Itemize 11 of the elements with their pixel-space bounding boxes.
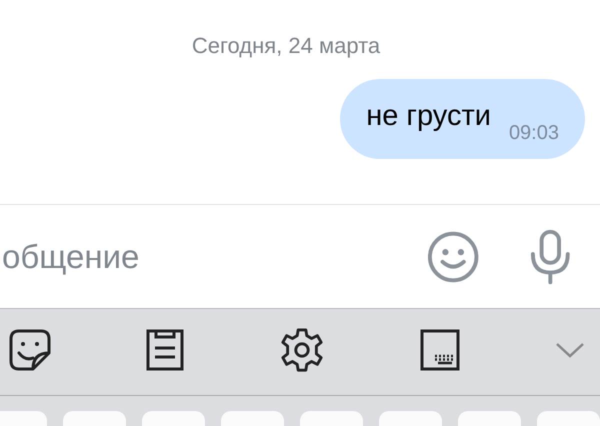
message-time: 09:03 — [508, 122, 559, 144]
message-text: не грусти — [366, 100, 491, 132]
date-separator: Сегодня, 24 марта — [192, 33, 380, 59]
keyboard-layout-icon[interactable] — [420, 328, 460, 370]
clipboard-icon[interactable] — [146, 328, 184, 370]
sticker-icon[interactable] — [9, 328, 51, 370]
settings-icon[interactable] — [279, 326, 325, 372]
emoji-icon[interactable] — [427, 230, 480, 284]
message-input-field[interactable]: общение — [0, 232, 427, 282]
chevron-down-icon[interactable] — [555, 340, 585, 358]
microphone-icon[interactable] — [529, 228, 572, 284]
